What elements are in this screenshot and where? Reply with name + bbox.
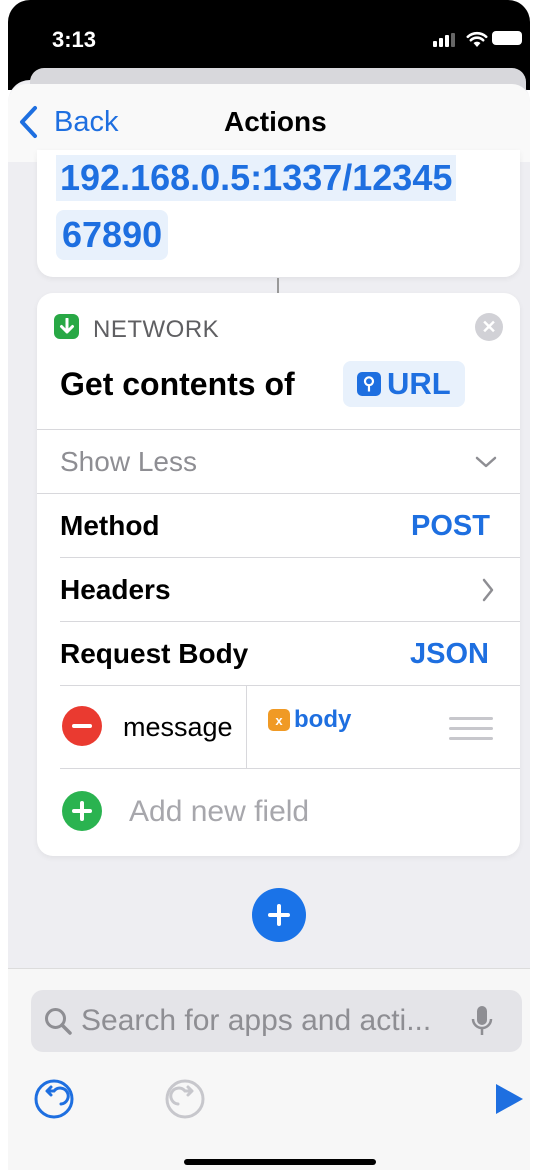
- redo-icon: [165, 1079, 205, 1119]
- back-label: Back: [54, 105, 119, 138]
- url-token-label: URL: [387, 366, 451, 401]
- action-category: NETWORK: [93, 316, 220, 343]
- action-title: Get contents of: [60, 366, 295, 402]
- chevron-down-icon[interactable]: [474, 454, 498, 475]
- back-button[interactable]: Back: [18, 105, 118, 139]
- delete-field-button[interactable]: [62, 706, 102, 746]
- play-icon: [496, 1084, 523, 1114]
- show-less-toggle[interactable]: Show Less: [60, 446, 197, 478]
- add-field-button[interactable]: [62, 791, 102, 831]
- divider: [37, 429, 520, 430]
- field-value: body: [294, 706, 352, 733]
- search-placeholder: Search for apps and acti...: [81, 1004, 432, 1037]
- search-field[interactable]: Search for apps and acti...: [31, 990, 522, 1052]
- url-text-line-1[interactable]: 192.168.0.5:1337/12345: [56, 155, 457, 201]
- wifi-icon: [466, 30, 488, 53]
- nav-title: Actions: [224, 106, 327, 137]
- field-separator: [246, 686, 247, 769]
- method-label: Method: [60, 510, 160, 541]
- battery-icon: [492, 31, 522, 45]
- divider: [37, 493, 520, 494]
- field-value-token[interactable]: x body: [268, 706, 351, 734]
- undo-button[interactable]: [33, 1078, 75, 1125]
- run-button[interactable]: [492, 1081, 526, 1122]
- add-action-button[interactable]: [252, 888, 306, 942]
- divider: [60, 621, 520, 622]
- close-icon: ✕: [481, 316, 497, 337]
- divider: [60, 557, 520, 558]
- search-icon: [45, 1008, 72, 1035]
- remove-action-button[interactable]: ✕: [475, 313, 503, 341]
- back-chevron-icon: [20, 106, 37, 138]
- drag-handle-icon[interactable]: [449, 717, 493, 747]
- divider: [60, 768, 520, 769]
- field-key[interactable]: message: [123, 712, 233, 743]
- headers-label[interactable]: Headers: [60, 574, 171, 606]
- status-time: 3:13: [52, 27, 97, 52]
- chevron-right-icon[interactable]: [480, 577, 496, 608]
- divider: [60, 685, 520, 686]
- add-field-input[interactable]: Add new field: [129, 795, 309, 829]
- signal-icon: [433, 33, 455, 47]
- url-variable-token[interactable]: ⚲ URL: [343, 361, 465, 407]
- microphone-icon[interactable]: [469, 1004, 495, 1038]
- link-icon: ⚲: [357, 372, 381, 396]
- url-text-line-2[interactable]: 67890: [56, 210, 169, 260]
- redo-button[interactable]: [164, 1078, 206, 1125]
- home-indicator: [184, 1159, 376, 1165]
- action-connector: [277, 278, 279, 294]
- variable-icon: x: [268, 709, 290, 731]
- network-download-icon: [54, 314, 79, 339]
- method-value[interactable]: POST: [411, 510, 490, 543]
- undo-icon: [34, 1079, 74, 1119]
- request-body-value[interactable]: JSON: [410, 638, 489, 671]
- request-body-label: Request Body: [60, 638, 249, 669]
